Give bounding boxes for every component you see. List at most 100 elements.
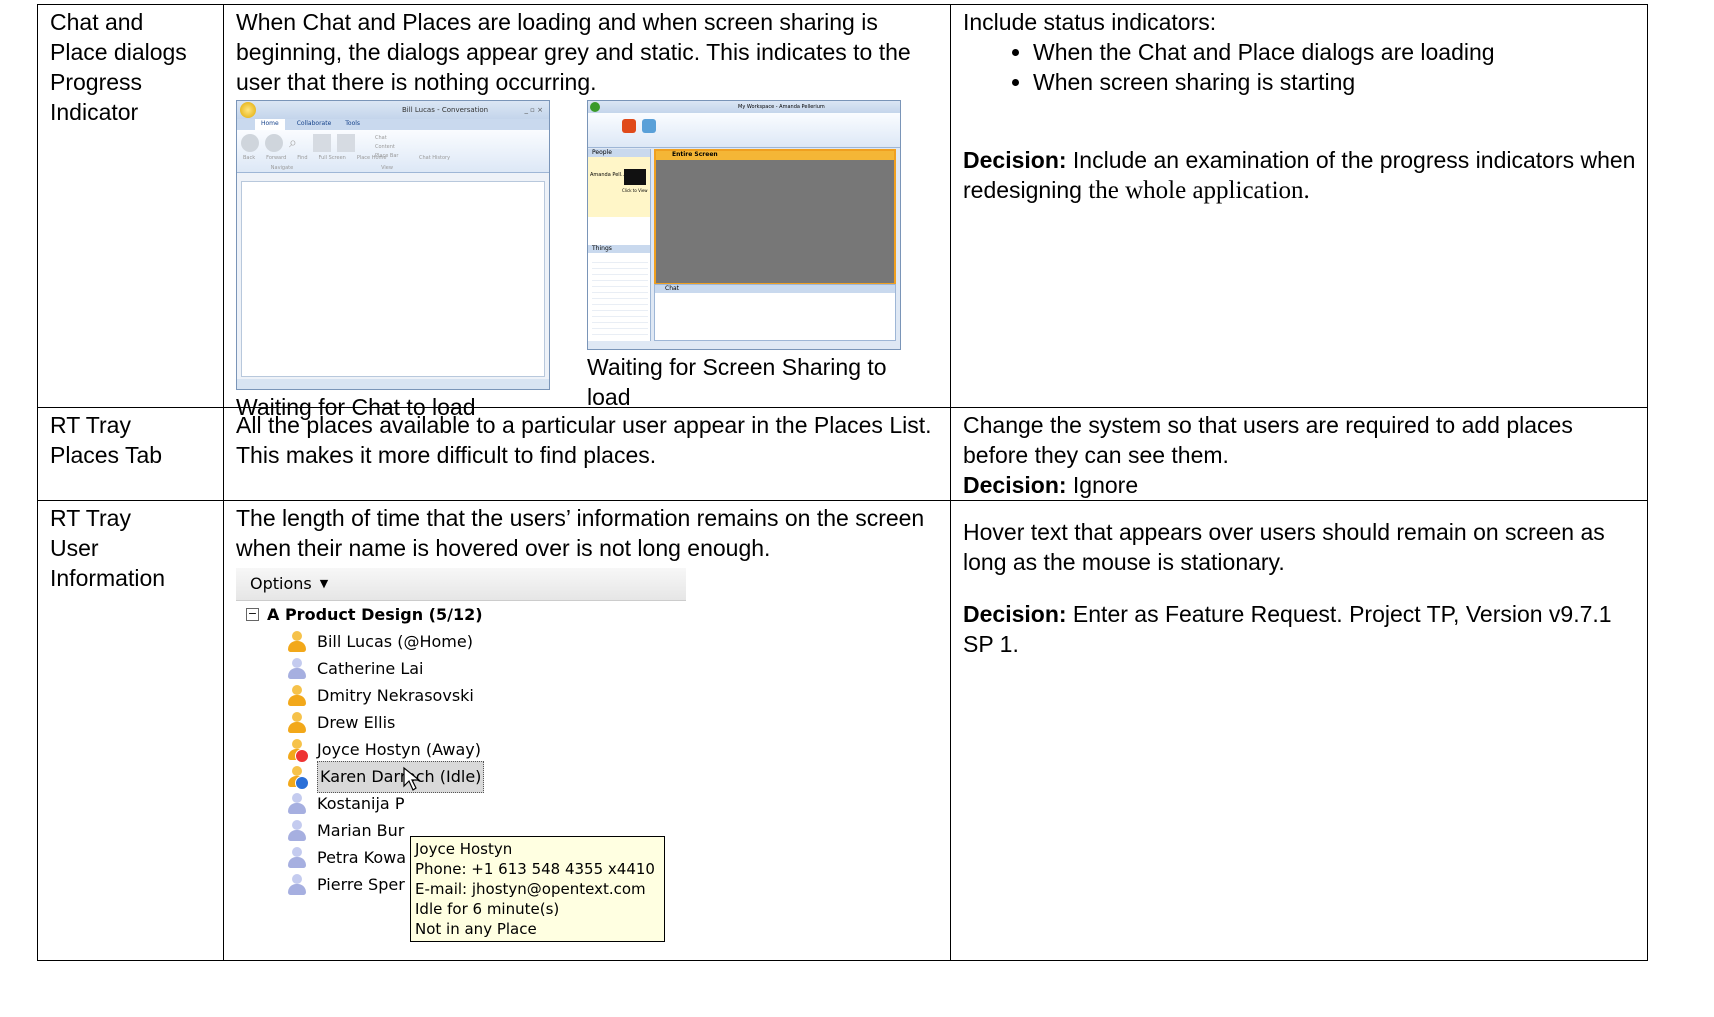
area-cell: Chat and Place dialogs Progress Indicato… (37, 4, 224, 408)
user-away-icon (286, 738, 309, 763)
contact-name: Pierre Sper (317, 874, 405, 894)
contact-name: Bill Lucas (@Home) (317, 631, 473, 651)
user-offline-icon (286, 657, 308, 681)
place-bar-toggle[interactable]: Place Bar (375, 152, 398, 161)
decision-label: Decision: (963, 601, 1067, 627)
chat-panel: Chat (654, 284, 896, 341)
list-item[interactable]: Dmitry Nekrasovski (286, 682, 686, 709)
tab-home[interactable]: Home (255, 119, 285, 130)
issue-text: The length of time that the users’ infor… (236, 505, 925, 561)
decision-text: Ignore (1072, 472, 1139, 498)
things-header: Things (588, 245, 650, 253)
recommendation-cell: Include status indicators: When the Chat… (950, 4, 1648, 408)
chat-toggle[interactable]: Chat (375, 134, 398, 143)
ribbon: ⌕ Back Forward Find Full Screen Place Ho… (237, 130, 549, 173)
list-item[interactable]: Karen Darroch (Idle) (286, 760, 686, 793)
area-label: Chat and Place dialogs Progress Indicato… (50, 9, 187, 125)
tab-collaborate[interactable]: Collaborate (295, 119, 334, 130)
app-orb-icon (590, 102, 600, 112)
people-header: People (588, 149, 650, 157)
list-item[interactable]: Kostanija P (286, 790, 686, 817)
table-row: Chat and Place dialogs Progress Indicato… (37, 4, 1648, 420)
area-cell: RT Tray Places Tab (37, 407, 224, 501)
tooltip-line: Phone: +1 613 548 4355 x4410 (415, 860, 655, 878)
tooltip-line: Joyce Hostyn (415, 840, 513, 858)
group-header[interactable]: − A Product Design (5/12) (236, 601, 686, 628)
screen-panel: Entire Screen (654, 149, 896, 285)
user-offline-icon (286, 846, 308, 870)
issue-cell: When Chat and Places are loading and whe… (223, 4, 951, 420)
user-online-icon (286, 684, 308, 708)
list-item[interactable]: Drew Ellis (286, 709, 686, 736)
decision-label: Decision: (963, 147, 1067, 173)
rec-bullets: When the Chat and Place dialogs are load… (963, 37, 1641, 97)
user-offline-icon (286, 873, 308, 897)
full-screen-button[interactable] (313, 134, 331, 152)
left-pane: People Amanda Pell... Click to View Thin… (588, 149, 651, 341)
find-label: Find (297, 155, 308, 161)
chat-body (241, 181, 545, 377)
user-online-icon (286, 711, 308, 735)
forward-label: Forward (266, 155, 287, 161)
contact-name: Kostanija P (317, 793, 405, 813)
screen-share-screenshot: My Workspace - Amanda Pellerium People A… (587, 100, 901, 350)
area-line: RT Tray (50, 505, 131, 531)
stop-icon[interactable] (622, 119, 636, 133)
place-home-button[interactable] (337, 134, 355, 152)
list-item[interactable]: Catherine Lai (286, 655, 686, 682)
area-cell: RT Tray User Information (37, 500, 224, 961)
group-navigate: Navigate (270, 165, 294, 171)
tooltip-line: Not in any Place (415, 920, 537, 938)
mouse-cursor-icon (403, 766, 421, 791)
caption-right: Waiting for Screen Sharing to load (587, 354, 887, 410)
tooltip-line: E-mail: jhostyn@opentext.com (415, 880, 646, 898)
list-item[interactable]: Joyce Hostyn (Away) (286, 736, 686, 763)
area-line: User Information (50, 535, 166, 591)
list-item: When screen sharing is starting (1033, 67, 1641, 97)
contact-name: Catherine Lai (317, 658, 424, 678)
area-line: RT Tray (50, 412, 131, 438)
tab-tools[interactable]: Tools (343, 119, 362, 130)
share-icon[interactable] (642, 119, 656, 133)
ribbon (588, 113, 900, 148)
user-idle-icon (286, 765, 309, 790)
list-item: When the Chat and Place dialogs are load… (1033, 37, 1641, 67)
tooltip-line: Idle for 6 minute(s) (415, 900, 560, 918)
decision-text-serif: the whole application. (1088, 177, 1310, 204)
decision: Decision: Ignore (963, 470, 1138, 500)
chevron-down-icon[interactable]: ▼ (320, 569, 328, 599)
recommendation-cell: Hover text that appears over users shoul… (950, 500, 1648, 961)
back-button[interactable] (241, 134, 259, 152)
forward-button[interactable] (265, 134, 283, 152)
contact-list-screenshot: Options ▼ − A Product Design (5/12) Bill… (236, 568, 686, 960)
contact-name: Marian Bur (317, 820, 405, 840)
click-to-view[interactable]: Click to View (622, 187, 648, 195)
chat-window-title: Bill Lucas - Conversation (402, 106, 489, 114)
rec-intro: Include status indicators: (963, 9, 1217, 35)
collapse-icon[interactable]: − (246, 608, 259, 621)
rec-text: Hover text that appears over users shoul… (963, 519, 1605, 575)
options-menu[interactable]: Options (250, 569, 312, 599)
user-offline-icon (286, 792, 308, 816)
recommendation-cell: Change the system so that users are requ… (950, 407, 1648, 501)
chat-history-button[interactable]: Chat History (419, 154, 450, 162)
chat-header: Chat (655, 285, 895, 293)
list-item[interactable]: Bill Lucas (@Home) (286, 628, 686, 655)
contact-name: Dmitry Nekrasovski (317, 685, 474, 705)
find-icon[interactable]: ⌕ (289, 134, 307, 152)
area-line: Places Tab (50, 442, 163, 468)
rec-text: Change the system so that users are requ… (963, 412, 1573, 468)
group-name: A Product Design (5/12) (267, 604, 483, 624)
back-label: Back (243, 155, 256, 161)
user-entry[interactable]: Amanda Pell... (590, 171, 626, 179)
group-view: View (381, 165, 393, 171)
app-orb-icon (240, 102, 256, 118)
contact-name: Petra Kowa (317, 847, 407, 867)
content-toggle[interactable]: Content (375, 143, 398, 152)
panel-title: Entire Screen (656, 151, 894, 160)
review-table: Chat and Place dialogs Progress Indicato… (37, 4, 1648, 961)
hover-tooltip: Joyce Hostyn Phone: +1 613 548 4355 x441… (410, 836, 665, 942)
screen-thumbnail[interactable] (624, 169, 646, 185)
table-row: RT Tray User Information The length of t… (37, 500, 1648, 961)
status-bar (237, 379, 549, 389)
